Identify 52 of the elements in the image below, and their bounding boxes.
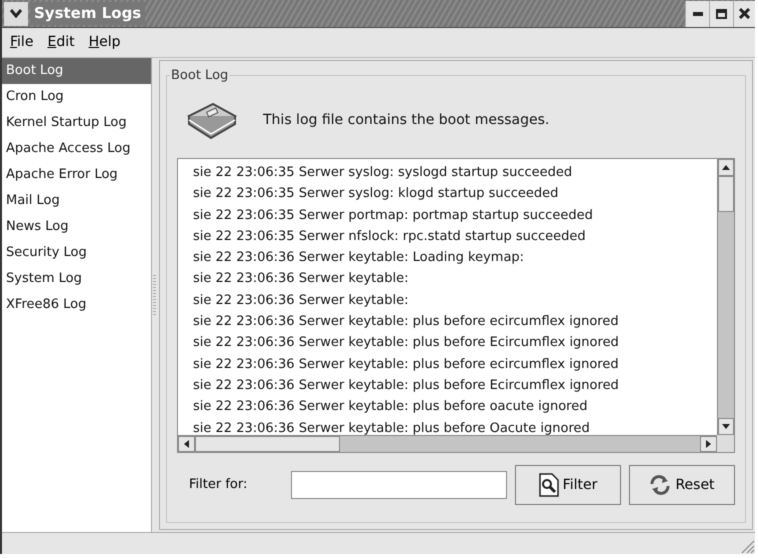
- filter-input[interactable]: [291, 471, 507, 499]
- log-line: sie 22 23:06:36 Serwer keytable: plus before Ecircumflex ignored: [193, 376, 620, 395]
- maximize-icon: [716, 8, 727, 18]
- menu-item[interactable]: File: [10, 32, 34, 53]
- chevron-down-icon: [10, 9, 22, 18]
- pane-grip[interactable]: [152, 275, 156, 315]
- sidebar-item[interactable]: Boot Log: [2, 58, 151, 84]
- sidebar-item[interactable]: Cron Log: [2, 84, 151, 110]
- magnifier-page-icon: [538, 473, 559, 497]
- resize-grip-icon[interactable]: [739, 538, 755, 554]
- scroll-down-icon: [722, 424, 730, 429]
- reset-button[interactable]: Reset: [629, 465, 735, 505]
- sidebar-item[interactable]: System Log: [2, 266, 151, 292]
- log-line: sie 22 23:06:36 Serwer keytable: Loading keymap:: [193, 249, 526, 268]
- minimize-icon: [692, 12, 702, 16]
- filter-button[interactable]: Filter: [515, 465, 621, 505]
- sidebar-item[interactable]: Kernel Startup Log: [2, 110, 151, 136]
- log-line: sie 22 23:06:36 Serwer keytable: plus before Ecircumflex ignored: [193, 334, 620, 352]
- sidebar-item[interactable]: Apache Error Log: [2, 162, 151, 188]
- sidebar-item[interactable]: Apache Access Log: [2, 136, 151, 162]
- minimize-button[interactable]: [685, 0, 709, 26]
- log-line: sie 22 23:06:36 Serwer keytable:: [193, 292, 410, 310]
- log-line: sie 22 23:06:36 Serwer keytable: plus before oacute ignored: [193, 398, 588, 416]
- maximize-button[interactable]: [709, 0, 733, 26]
- filter-label: Filter for:: [189, 476, 248, 494]
- log-line: sie 22 23:06:35 Serwer portmap: portmap startup succeeded: [193, 206, 594, 225]
- scroll-thumb[interactable]: [718, 176, 734, 212]
- log-line: sie 22 23:06:36 Serwer keytable: plus before ecircumflex ignored: [193, 313, 620, 332]
- log-line: sie 22 23:06:36 Serwer keytable: plus before Oacute ignored: [193, 420, 591, 435]
- refresh-icon: [649, 475, 672, 495]
- log-line: sie 22 23:06:36 Serwer keytable:: [193, 270, 410, 288]
- log-line: sie 22 23:06:36 Serwer keytable: plus before ecircumflex ignored: [193, 356, 620, 374]
- sidebar-item[interactable]: Security Log: [2, 240, 151, 266]
- scroll-right-icon: [706, 440, 711, 448]
- log-line: sie 22 23:06:35 Serwer syslog: syslogd startup succeeded: [193, 164, 574, 182]
- scroll-left-icon: [184, 440, 189, 448]
- menu-item[interactable]: Edit: [47, 32, 75, 53]
- vertical-scrollbar[interactable]: [717, 159, 734, 435]
- scroll-up-icon: [722, 165, 730, 170]
- window-title: System Logs: [30, 2, 146, 25]
- window-menu-button[interactable]: [4, 2, 28, 26]
- horizontal-scrollbar[interactable]: [178, 436, 717, 452]
- log-line: sie 22 23:06:35 Serwer syslog: klogd startup succeeded: [193, 185, 560, 204]
- sidebar-item[interactable]: Mail Log: [2, 188, 151, 214]
- sidebar-item[interactable]: XFree86 Log: [2, 292, 151, 318]
- sidebar-item[interactable]: News Log: [2, 214, 151, 240]
- scroll-thumb[interactable]: [195, 436, 340, 452]
- log-line: sie 22 23:06:35 Serwer nfslock: rpc.statd startup succeeded: [193, 228, 587, 246]
- log-description: This log file contains the boot messages.: [263, 110, 550, 130]
- menu-item[interactable]: Help: [88, 32, 120, 53]
- close-icon: [739, 8, 750, 19]
- close-button[interactable]: [733, 0, 755, 26]
